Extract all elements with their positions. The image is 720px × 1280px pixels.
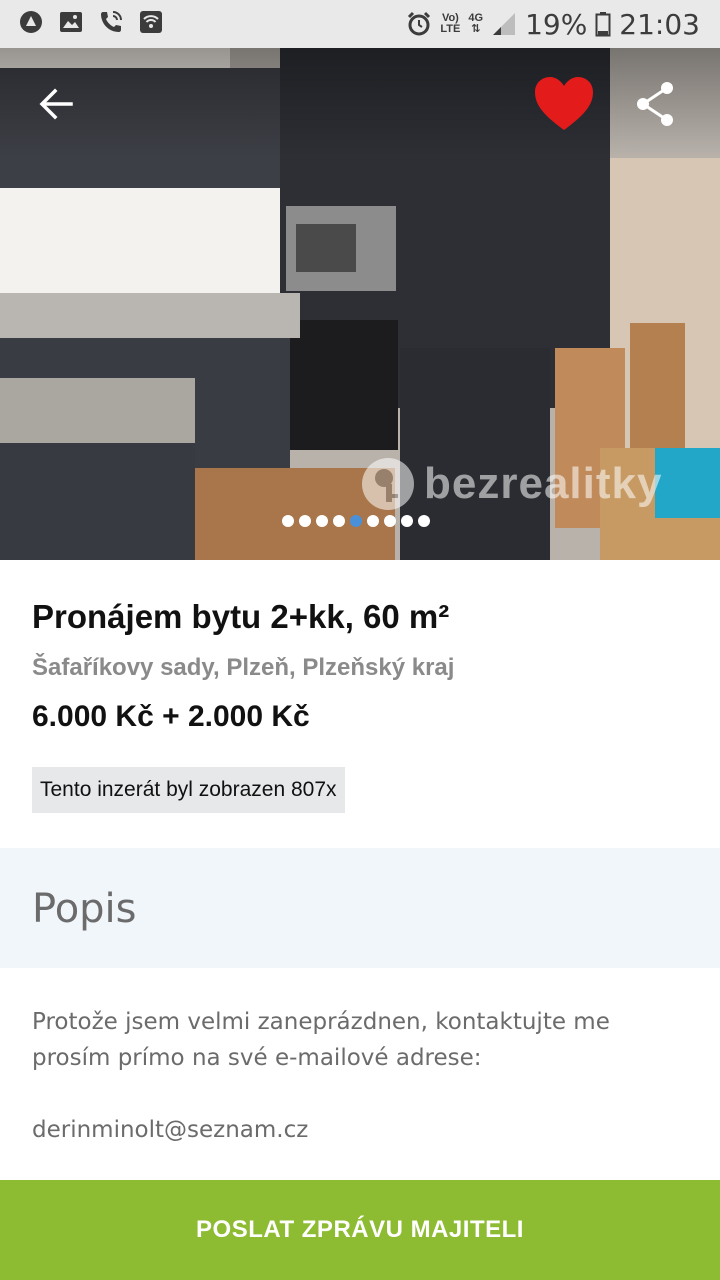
pagination-dot[interactable] [401, 515, 413, 527]
description-text: Protože jsem velmi zaneprázdnen, kontakt… [32, 1009, 610, 1071]
key-icon [362, 458, 414, 510]
system-indicators: Vo) LTE 4G ⇅ 19% 21:03 [406, 6, 700, 42]
pagination-dot[interactable] [299, 515, 311, 527]
listing-price: 6.000 Kč + 2.000 Kč [32, 700, 310, 733]
listing-info: Pronájem bytu 2+kk, 60 m² Šafaříkovy sad… [32, 595, 692, 813]
pagination-dot[interactable] [384, 515, 396, 527]
pagination-dot[interactable] [333, 515, 345, 527]
mobile-data-indicator: 4G ⇅ [468, 12, 484, 35]
photo-top-shade [0, 48, 720, 158]
app-notification-icon [20, 11, 42, 33]
wifi-icon [140, 11, 162, 33]
data-arrows-icon: ⇅ [471, 23, 481, 35]
image-icon [60, 12, 82, 32]
description-heading: Popis [32, 886, 137, 932]
pagination-dot[interactable] [282, 515, 294, 527]
alarm-icon [408, 11, 431, 36]
description-body: Protože jsem velmi zaneprázdnen, kontakt… [32, 1004, 692, 1148]
battery-icon [595, 12, 611, 37]
watermark-text: bezrealitky [424, 459, 663, 508]
photo-gallery[interactable]: bezrealitky [0, 48, 720, 560]
watermark: bezrealitky [360, 456, 662, 512]
arrow-left-icon [39, 88, 73, 120]
clock: 21:03 [619, 7, 700, 41]
share-icon [637, 82, 673, 126]
battery-percent: 19% [525, 7, 588, 41]
listing-title: Pronájem bytu 2+kk, 60 m² [32, 598, 450, 635]
description-header: Popis [0, 848, 720, 968]
contact-email[interactable]: derinminolt@seznam.cz [32, 1112, 692, 1148]
favorite-button[interactable] [532, 74, 596, 134]
signal-icon [493, 13, 516, 35]
send-message-button[interactable]: POSLAT ZPRÁVU MAJITELI [0, 1180, 720, 1280]
pagination-dot[interactable] [418, 515, 430, 527]
back-button[interactable] [30, 78, 82, 130]
pagination-dot[interactable] [316, 515, 328, 527]
pagination-dot-active[interactable] [350, 515, 362, 527]
pagination-dot[interactable] [367, 515, 379, 527]
notification-icons [18, 9, 164, 35]
volte-indicator: Vo) LTE [440, 12, 461, 35]
heart-icon [535, 77, 593, 130]
share-button[interactable] [630, 78, 682, 130]
gallery-pagination[interactable] [282, 515, 430, 527]
listing-address: Šafaříkovy sady, Plzeň, Plzeňský kraj [32, 654, 455, 681]
view-count-badge: Tento inzerát byl zobrazen 807x [32, 767, 345, 813]
wifi-call-icon [101, 11, 122, 32]
status-bar: Vo) LTE 4G ⇅ 19% 21:03 [0, 0, 720, 48]
